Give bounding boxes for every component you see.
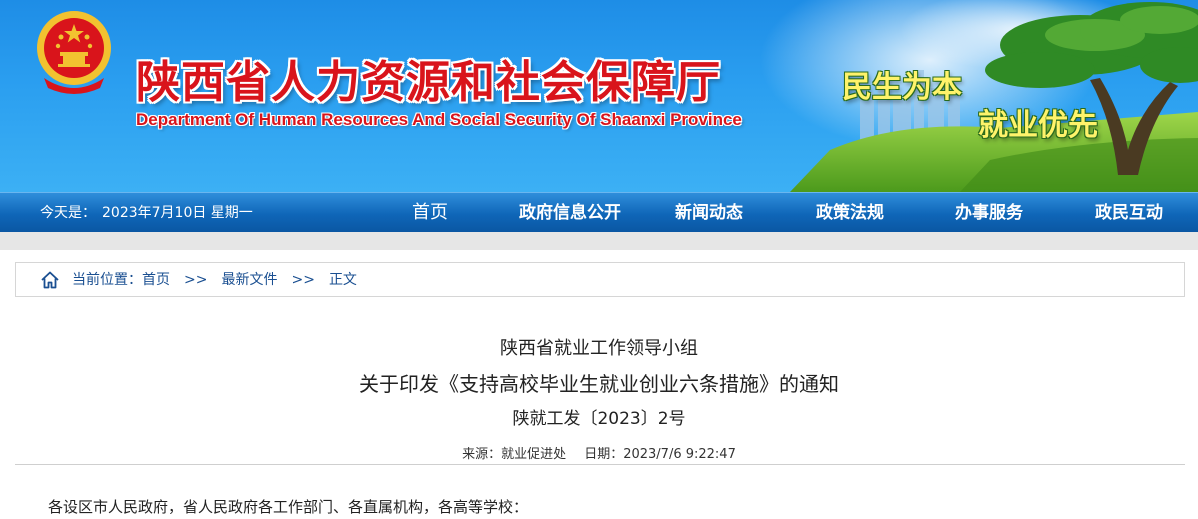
today-value: 2023年7月10日 星期一 <box>102 205 253 221</box>
nav-policies[interactable]: 政策法规 <box>805 193 895 233</box>
article-doc-number: 陕就工发〔2023〕2号 <box>512 409 686 429</box>
nav-services[interactable]: 办事服务 <box>944 193 1034 233</box>
article-title: 关于印发《支持高校毕业生就业创业六条措施》的通知 <box>359 372 839 396</box>
home-icon <box>41 271 59 289</box>
slogan-line-1: 民生为本 <box>842 70 962 105</box>
slogan-line-2: 就业优先 <box>978 108 1098 143</box>
breadcrumb-separator: >> <box>184 272 208 288</box>
today-label: 今天是： <box>40 205 96 221</box>
source-value: 就业促进处 <box>501 447 567 462</box>
site-title: 陕西省人力资源和社会保障厅 <box>136 57 721 108</box>
article-salutation: 各设区市人民政府，省人民政府各工作部门、各直属机构，各高等学校： <box>48 498 529 516</box>
site-banner: 陕西省人力资源和社会保障厅 Department Of Human Resour… <box>0 0 1198 192</box>
nav-news[interactable]: 新闻动态 <box>664 193 754 233</box>
nav-shadow-band <box>0 232 1198 250</box>
date-value: 2023/7/6 9:22:47 <box>623 447 736 462</box>
breadcrumb-prefix: 当前位置： <box>72 272 142 288</box>
article-meta: 来源：就业促进处 日期：2023/7/6 9:22:47 <box>0 443 1198 462</box>
main-nav: 今天是： 2023年7月10日 星期一 首页 政府信息公开 新闻动态 政策法规 办… <box>0 192 1198 232</box>
meta-divider <box>15 464 1185 465</box>
breadcrumb-separator: >> <box>291 272 315 288</box>
national-emblem-icon <box>37 11 111 94</box>
nav-interaction[interactable]: 政民互动 <box>1084 193 1174 233</box>
source-label: 来源： <box>462 447 502 462</box>
breadcrumb-item-home[interactable]: 首页 <box>142 263 170 297</box>
breadcrumb-item-current: 正文 <box>328 272 357 288</box>
breadcrumb-trail: 当前位置：首页 >> 最新文件 >> 正文 <box>72 263 357 297</box>
site-subtitle: Department Of Human Resources And Social… <box>136 110 742 129</box>
date-label: 日期： <box>584 447 624 462</box>
breadcrumb: 当前位置：首页 >> 最新文件 >> 正文 <box>15 262 1185 297</box>
nav-gov-info[interactable]: 政府信息公开 <box>508 193 632 233</box>
nav-home[interactable]: 首页 <box>400 193 460 233</box>
article-issuer: 陕西省就业工作领导小组 <box>500 338 698 359</box>
today-date: 今天是： 2023年7月10日 星期一 <box>40 193 259 233</box>
breadcrumb-item-latest-docs[interactable]: 最新文件 <box>221 263 277 297</box>
